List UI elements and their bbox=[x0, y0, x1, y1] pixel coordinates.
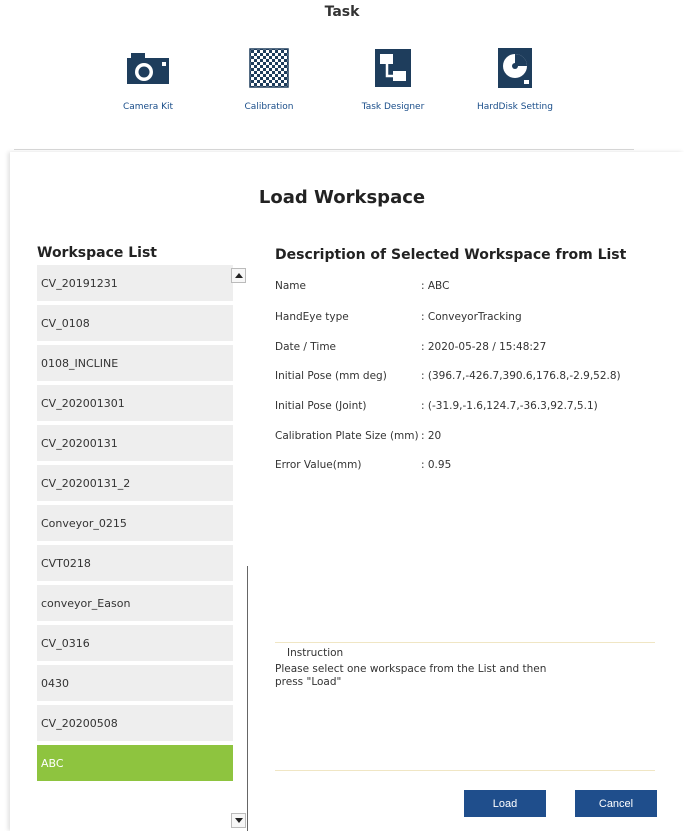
scroll-down-button[interactable] bbox=[231, 813, 246, 828]
scroll-up-button[interactable] bbox=[231, 268, 246, 283]
camera-icon bbox=[127, 53, 169, 84]
toolbar-divider bbox=[14, 149, 634, 150]
scrollbar-thumb[interactable] bbox=[247, 566, 248, 831]
workspace-item[interactable]: conveyor_Eason bbox=[37, 585, 233, 621]
workspace-item-selected[interactable]: ABC bbox=[37, 745, 233, 781]
workspace-item[interactable]: CV_20200508 bbox=[37, 705, 233, 741]
description-value: : ConveyorTracking bbox=[421, 311, 522, 323]
workspace-item[interactable]: 0430 bbox=[37, 665, 233, 701]
arrow-down-icon bbox=[234, 818, 243, 823]
checkerboard-icon bbox=[249, 48, 289, 88]
description-value: : 2020-05-28 / 15:48:27 bbox=[421, 341, 547, 353]
load-button[interactable]: Load bbox=[464, 790, 546, 817]
buttons-divider bbox=[275, 770, 655, 771]
description-value: : 20 bbox=[421, 430, 442, 442]
task-designer-button[interactable]: Task Designer bbox=[343, 44, 443, 112]
camera-kit-button[interactable]: Camera Kit bbox=[98, 44, 198, 112]
harddisk-icon bbox=[498, 48, 532, 88]
calibration-button[interactable]: Calibration bbox=[219, 44, 319, 112]
workspace-item[interactable]: CV_0316 bbox=[37, 625, 233, 661]
description-label: Error Value(mm) bbox=[275, 459, 362, 471]
workspace-item[interactable]: CVT0218 bbox=[37, 545, 233, 581]
instruction-divider bbox=[275, 642, 655, 643]
flowchart-icon bbox=[375, 49, 411, 87]
calibration-label: Calibration bbox=[244, 102, 294, 112]
description-value: : 0.95 bbox=[421, 459, 452, 471]
workspace-list-heading: Workspace List bbox=[37, 245, 157, 261]
arrow-up-icon bbox=[234, 273, 243, 278]
description-label: Initial Pose (mm deg) bbox=[275, 370, 387, 382]
workspace-item[interactable]: CV_20191231 bbox=[37, 265, 233, 301]
cancel-button[interactable]: Cancel bbox=[575, 790, 657, 817]
workspace-item[interactable]: 0108_INCLINE bbox=[37, 345, 233, 381]
workspace-list: CV_20191231 CV_0108 0108_INCLINE CV_2020… bbox=[37, 265, 233, 785]
task-designer-label: Task Designer bbox=[361, 102, 425, 112]
workspace-item[interactable]: Conveyor_0215 bbox=[37, 505, 233, 541]
description-label: HandEye type bbox=[275, 311, 349, 323]
description-value: : ABC bbox=[421, 280, 450, 292]
description-label: Initial Pose (Joint) bbox=[275, 400, 367, 412]
workspace-item[interactable]: CV_0108 bbox=[37, 305, 233, 341]
dialog-title: Load Workspace bbox=[258, 187, 426, 208]
camera-kit-label: Camera Kit bbox=[122, 102, 174, 112]
description-heading: Description of Selected Workspace from L… bbox=[275, 247, 627, 263]
description-label: Name bbox=[275, 280, 306, 292]
workspace-item[interactable]: CV_20200131_2 bbox=[37, 465, 233, 501]
description-label: Date / Time bbox=[275, 341, 337, 353]
instruction-text: Please select one workspace from the Lis… bbox=[275, 663, 547, 688]
description-value: : (-31.9,-1.6,124.7,-36.3,92.7,5.1) bbox=[421, 400, 598, 412]
harddisk-setting-label: HardDisk Setting bbox=[477, 102, 553, 112]
workspace-item[interactable]: CV_20200131 bbox=[37, 425, 233, 461]
description-label: Calibration Plate Size (mm) bbox=[275, 430, 419, 442]
page-title: Task bbox=[324, 4, 360, 20]
description-value: : (396.7,-426.7,390.6,176.8,-2.9,52.8) bbox=[421, 370, 621, 382]
workspace-item[interactable]: CV_202001301 bbox=[37, 385, 233, 421]
harddisk-setting-button[interactable]: HardDisk Setting bbox=[465, 44, 565, 112]
instruction-title: Instruction bbox=[287, 647, 344, 659]
